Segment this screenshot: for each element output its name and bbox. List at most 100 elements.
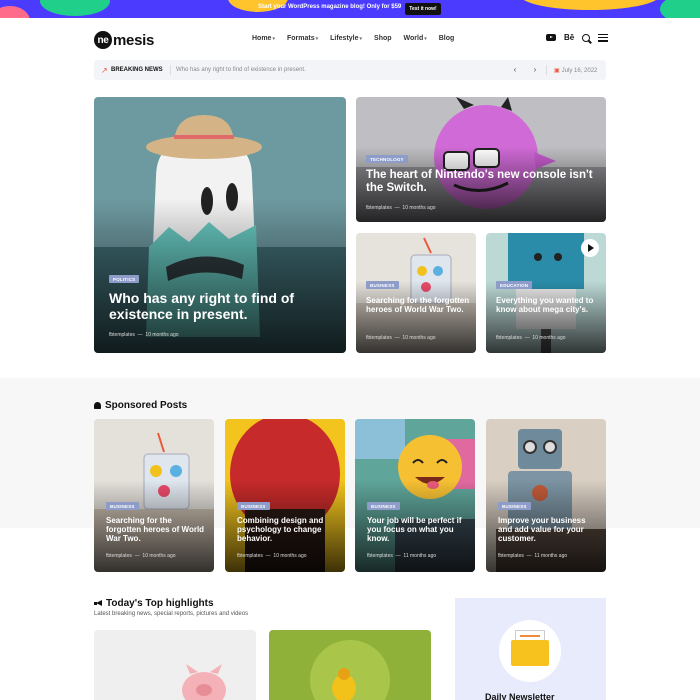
nav-label: Lifestyle [330,35,359,42]
meta-separator: — [526,553,532,559]
breaking-news-bar: ↗ BREAKING NEWS Who has any right to fin… [94,60,606,80]
post-meta: fbtemplates — 10 months ago [106,553,176,559]
chevron-right-icon[interactable]: › [530,65,540,75]
meta-separator: — [394,205,400,211]
nav-label: Home [252,35,272,42]
category-badge[interactable]: BUSINESS [498,502,531,510]
youtube-icon[interactable] [546,34,556,41]
post-author[interactable]: fbtemplates [366,335,392,341]
sponsored-post[interactable]: BUSINESS Your job will be perfect if you… [355,419,475,572]
nav-item-shop[interactable]: Shop [374,35,392,42]
sponsored-post[interactable]: BUSINESS Combining design and psychology… [225,419,345,572]
post-author[interactable]: fbtemplates [498,553,524,559]
post-author[interactable]: fbtemplates [367,553,393,559]
chevron-left-icon[interactable]: ‹ [510,65,520,75]
post-time: 11 months ago [403,553,437,559]
nav-label: World [403,35,424,42]
post-time: 11 months ago [534,553,568,559]
current-date: ▣ July 16, 2022 [554,67,597,74]
behance-icon[interactable]: Bē [564,33,574,42]
post-title[interactable]: Searching for the forgotten heroes of Wo… [366,296,471,314]
promo-bar: Start your WordPress magazine blog! Only… [0,0,700,18]
logo-mark: ne [94,31,112,49]
image-overlay [356,281,476,353]
featured-post-main[interactable]: POLITICS Who has any right to find of ex… [94,97,346,353]
category-badge[interactable]: BUSINESS [237,502,270,510]
meta-separator: — [524,335,530,341]
featured-post-business[interactable]: BUSINESS Searching for the forgotten her… [356,233,476,353]
post-author[interactable]: fbtemplates [496,335,522,341]
section-title: Today's Top highlights [106,598,214,609]
post-title[interactable]: Combining design and psychology to chang… [237,516,339,544]
meta-separator: — [395,553,401,559]
post-meta: fbtemplates — 10 months ago [366,205,436,211]
highlight-post[interactable] [94,630,256,700]
post-meta: fbtemplates — 11 months ago [498,553,567,559]
category-badge[interactable]: BUSINESS [106,502,139,510]
sponsored-post[interactable]: BUSINESS Improve your business and add v… [486,419,606,572]
category-badge[interactable]: EDUCATION [496,281,533,289]
post-time: 10 months ago [402,335,436,341]
promo-decoration [0,6,30,18]
category-badge[interactable]: BUSINESS [367,502,400,510]
site-logo[interactable]: ne mesis [94,30,154,50]
image-overlay [486,281,606,353]
post-time: 10 months ago [402,205,436,211]
post-meta: fbtemplates — 10 months ago [237,553,307,559]
chevron-down-icon: ▾ [272,36,275,42]
breaking-news-headline[interactable]: Who has any right to find of existence i… [176,67,306,73]
post-title[interactable]: Improve your business and add value for … [498,516,600,544]
chevron-down-icon: ▾ [315,36,319,42]
post-time: 10 months ago [532,335,566,341]
nav-item-home[interactable]: Home▾ [252,35,275,42]
nav-item-formats[interactable]: Formats▾ [287,35,318,42]
post-image [269,630,431,700]
newsletter-title: Daily Newsletter [485,692,555,700]
post-meta: fbtemplates — 10 months ago [496,335,566,341]
post-time: 10 months ago [145,332,179,338]
main-nav: Home▾ Formats▾ Lifestyle▾ Shop World▾ Bl… [252,35,454,42]
nav-item-lifestyle[interactable]: Lifestyle▾ [330,35,362,42]
nav-item-world[interactable]: World▾ [404,35,427,42]
post-title[interactable]: Searching for the forgotten heroes of Wo… [106,516,206,544]
calendar-icon: ▣ [554,68,560,74]
post-title[interactable]: Everything you wanted to know about mega… [496,296,601,314]
chevron-down-icon: ▾ [424,36,427,42]
breaking-news-label: BREAKING NEWS [111,67,163,73]
highlight-post[interactable] [269,630,431,700]
divider [546,65,547,75]
logo-text: mesis [113,31,155,49]
post-author[interactable]: fbtemplates [237,553,263,559]
header-icons: Bē [546,33,609,42]
post-image [94,630,256,700]
play-video-icon[interactable] [581,239,599,257]
post-title[interactable]: Who has any right to find of existence i… [109,290,329,322]
category-badge[interactable]: BUSINESS [366,281,399,289]
chevron-down-icon: ▾ [359,36,363,42]
promo-button[interactable]: Test it now! [405,3,441,15]
post-author[interactable]: fbtemplates [109,332,135,338]
post-author[interactable]: fbtemplates [366,205,392,211]
nav-item-blog[interactable]: Blog [439,35,455,42]
featured-post-tech[interactable]: TECHNOLOGY The heart of Nintendo's new c… [356,97,606,222]
category-badge[interactable]: POLITICS [109,275,140,283]
date-text: July 16, 2022 [561,68,598,74]
meta-separator: — [394,335,400,341]
nav-label: Blog [438,35,455,42]
post-title[interactable]: Your job will be perfect if you focus on… [367,516,469,544]
bell-icon [94,402,101,409]
meta-separator: — [265,553,271,559]
meta-separator: — [137,332,143,338]
promo-decoration [520,0,660,10]
sponsored-post[interactable]: BUSINESS Searching for the forgotten her… [94,419,214,572]
highlights-subtitle: Latest breaking news, special reports, p… [94,611,249,617]
menu-icon[interactable] [598,33,609,42]
search-icon[interactable] [582,33,591,42]
post-title[interactable]: The heart of Nintendo's new console isn'… [366,169,601,195]
newsletter-illustration [499,620,561,682]
post-meta: fbtemplates — 10 months ago [109,332,179,338]
featured-post-education[interactable]: EDUCATION Everything you wanted to know … [486,233,606,353]
post-author[interactable]: fbtemplates [106,553,132,559]
category-badge[interactable]: TECHNOLOGY [366,155,408,163]
envelope-icon [511,640,549,666]
